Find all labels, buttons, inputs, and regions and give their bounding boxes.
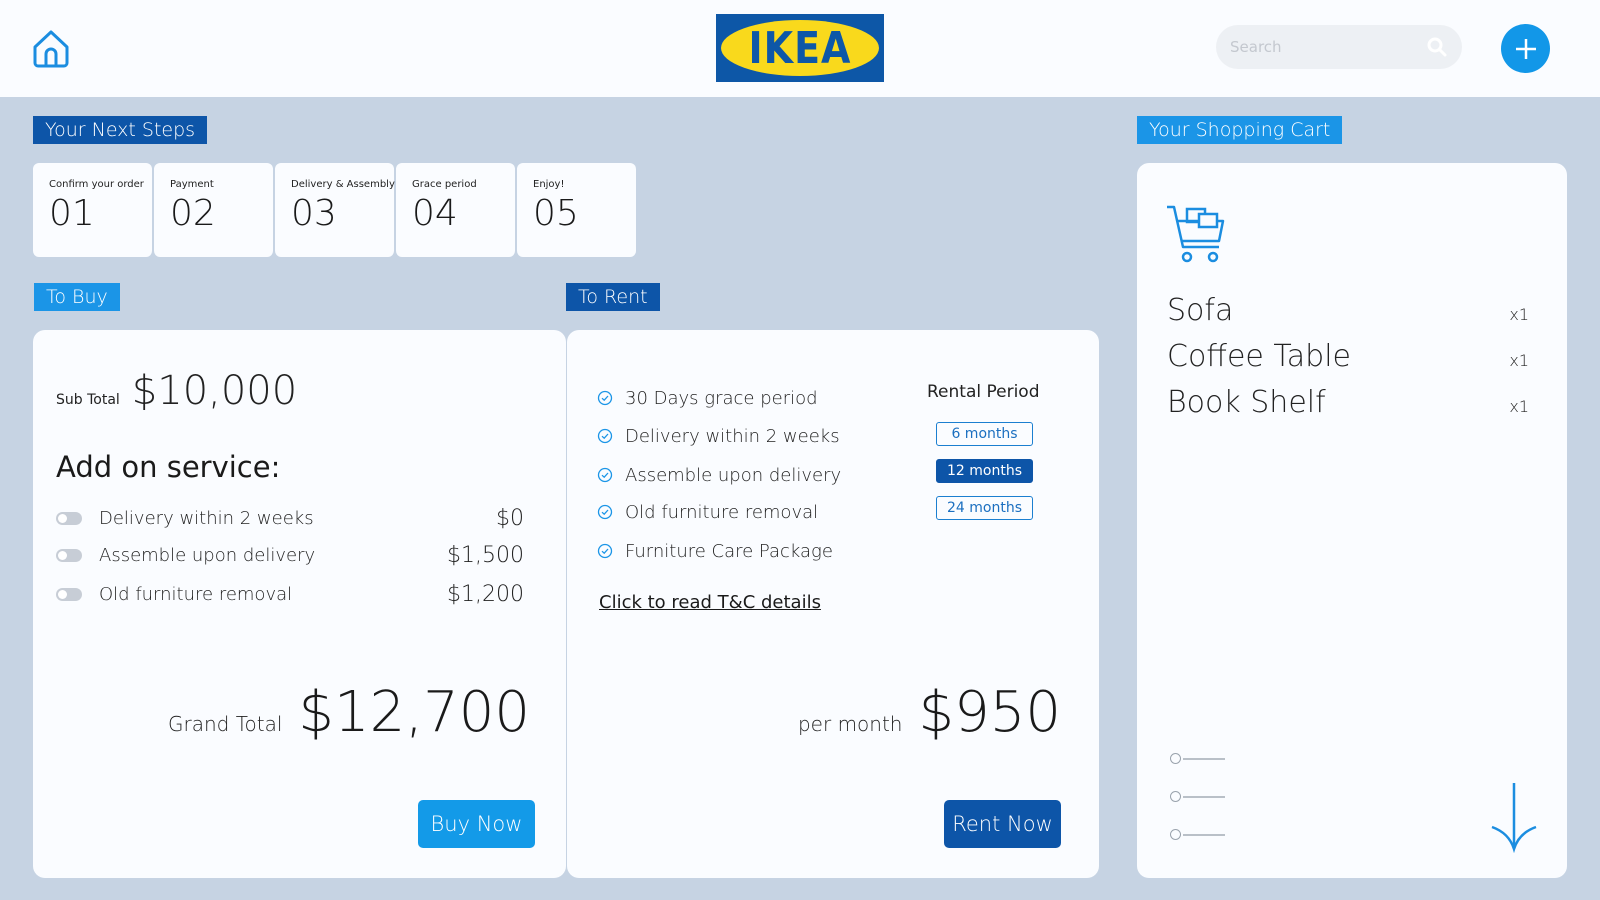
step-number: 05: [533, 193, 579, 234]
step-number: 01: [49, 193, 95, 234]
feature-label: Furniture Care Package: [625, 540, 833, 562]
addon-toggle[interactable]: [56, 511, 82, 525]
period-option-24-months[interactable]: 24 months: [936, 496, 1033, 520]
feature-item: Old furniture removal: [597, 501, 818, 523]
feature-label: Delivery within 2 weeks: [625, 425, 840, 447]
rent-now-button[interactable]: Rent Now: [944, 800, 1061, 848]
addon-label: Assemble upon delivery: [99, 544, 316, 566]
check-circle-icon: [597, 428, 613, 444]
feature-item: Delivery within 2 weeks: [597, 425, 840, 447]
addon-label: Delivery within 2 weeks: [99, 507, 314, 529]
cart-item: Coffee Table x1: [1167, 339, 1529, 374]
period-option-12-months[interactable]: 12 months: [936, 459, 1033, 483]
top-bar: IKEA: [0, 0, 1600, 97]
feature-label: Assemble upon delivery: [625, 464, 842, 486]
grand-total-value: $12,700: [298, 680, 530, 745]
cart-item: Sofa x1: [1167, 293, 1529, 328]
step-card: Confirm your order 01: [33, 163, 152, 257]
step-number: 04: [412, 193, 458, 234]
cart-item-qty: x1: [1509, 305, 1529, 324]
check-circle-icon: [597, 467, 613, 483]
buy-now-button[interactable]: Buy Now: [418, 800, 535, 848]
check-circle-icon: [597, 390, 613, 406]
buy-card: Sub Total $10,000 Add on service: Delive…: [33, 330, 566, 878]
ikea-logo[interactable]: IKEA: [716, 14, 884, 82]
per-month-label: per month: [797, 712, 903, 736]
shopping-cart-icon: [1167, 205, 1225, 263]
cart-item: Book Shelf x1: [1167, 385, 1529, 420]
rent-card: 30 Days grace period Delivery within 2 w…: [567, 330, 1099, 878]
step-card: Enjoy! 05: [517, 163, 636, 257]
feature-item: Assemble upon delivery: [597, 464, 841, 486]
step-label: Confirm your order: [49, 179, 144, 190]
check-circle-icon: [597, 504, 613, 520]
search-input[interactable]: [1230, 38, 1426, 56]
feature-item: 30 Days grace period: [597, 387, 818, 409]
to-rent-tag: To Rent: [566, 283, 660, 311]
cart-item-name: Sofa: [1167, 293, 1234, 328]
next-steps-title: Your Next Steps: [33, 116, 208, 144]
step-label: Delivery & Assembly: [291, 179, 395, 190]
rental-period-title: Rental Period: [927, 382, 1040, 402]
plus-icon: [1515, 38, 1536, 59]
feature-label: 30 Days grace period: [625, 387, 818, 409]
step-number: 02: [170, 193, 216, 234]
list-placeholder-icon: [1170, 829, 1225, 840]
step-label: Enjoy!: [533, 179, 565, 190]
tc-details-link[interactable]: Click to read T&C details: [599, 592, 821, 613]
addon-price: $0: [496, 505, 524, 531]
addon-price: $1,500: [447, 542, 524, 568]
grand-total-label: Grand Total: [168, 712, 283, 736]
addon-label: Old furniture removal: [99, 583, 293, 605]
to-buy-tag: To Buy: [34, 283, 120, 311]
per-month-value: $950: [918, 680, 1061, 745]
cart-item-qty: x1: [1509, 397, 1529, 416]
subtotal-value: $10,000: [131, 368, 298, 414]
cart-item-name: Book Shelf: [1167, 385, 1326, 420]
addon-price: $1,200: [447, 581, 524, 607]
step-label: Grace period: [412, 179, 477, 190]
step-card: Grace period 04: [396, 163, 515, 257]
step-card: Payment 02: [154, 163, 273, 257]
home-icon[interactable]: [30, 27, 72, 69]
subtotal-label: Sub Total: [56, 392, 120, 408]
add-button[interactable]: [1501, 24, 1550, 73]
step-label: Payment: [170, 179, 214, 190]
step-card: Delivery & Assembly 03: [275, 163, 395, 257]
search-bar[interactable]: [1216, 25, 1462, 69]
addon-toggle[interactable]: [56, 587, 82, 601]
arrow-down-icon[interactable]: [1489, 781, 1539, 853]
period-option-6-months[interactable]: 6 months: [936, 422, 1033, 446]
list-placeholder-icon: [1170, 791, 1225, 802]
cart-item-name: Coffee Table: [1167, 339, 1351, 374]
search-icon[interactable]: [1426, 36, 1448, 58]
cart-panel: Sofa x1 Coffee Table x1 Book Shelf x1: [1137, 163, 1567, 878]
addon-title: Add on service:: [56, 450, 281, 484]
addon-row: Delivery within 2 weeks $0: [56, 505, 524, 531]
cart-item-qty: x1: [1509, 351, 1529, 370]
check-circle-icon: [597, 543, 613, 559]
addon-toggle[interactable]: [56, 548, 82, 562]
addon-row: Old furniture removal $1,200: [56, 581, 524, 607]
addon-row: Assemble upon delivery $1,500: [56, 542, 524, 568]
step-number: 03: [291, 193, 337, 234]
feature-label: Old furniture removal: [625, 501, 819, 523]
list-placeholder-icon: [1170, 753, 1225, 764]
logo-text: IKEA: [748, 22, 852, 74]
shopping-cart-title: Your Shopping Cart: [1137, 116, 1343, 144]
feature-item: Furniture Care Package: [597, 540, 833, 562]
